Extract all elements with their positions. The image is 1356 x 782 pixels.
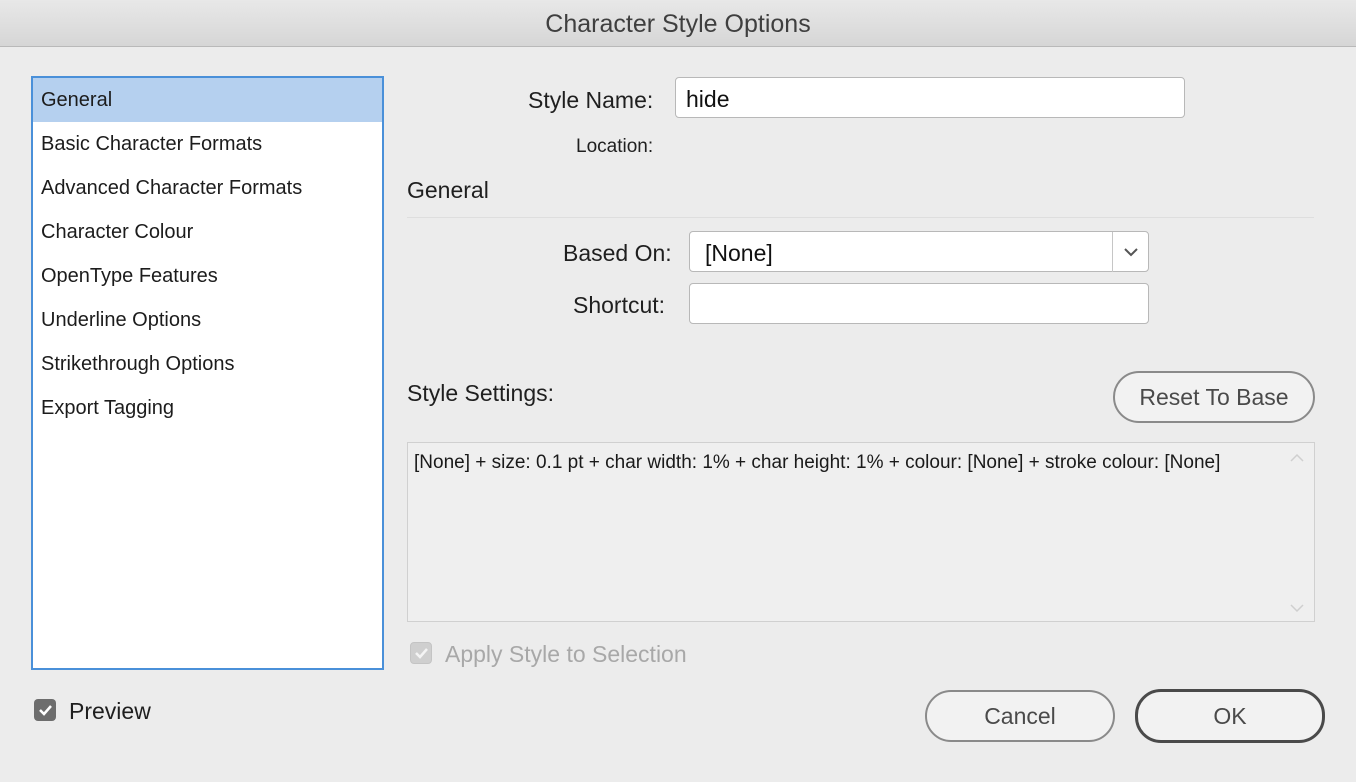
preview-checkbox[interactable] [34, 699, 56, 721]
based-on-value: [None] [705, 240, 773, 266]
sidebar-item-opentype-features[interactable]: OpenType Features [33, 254, 382, 298]
shortcut-label: Shortcut: [573, 292, 666, 318]
sidebar-item-basic-character-formats[interactable]: Basic Character Formats [33, 122, 382, 166]
shortcut-input[interactable] [689, 283, 1149, 324]
style-name-value: hide [686, 86, 730, 112]
sidebar-item-export-tagging[interactable]: Export Tagging [33, 386, 382, 430]
scroll-down-icon[interactable] [1290, 603, 1304, 613]
preview-label: Preview [69, 698, 151, 724]
sidebar-item-general[interactable]: General [33, 78, 382, 122]
style-settings-text: [None] + size: 0.1 pt + char width: 1% +… [414, 452, 1221, 473]
style-name-input[interactable]: hide [675, 77, 1185, 118]
scroll-up-icon[interactable] [1290, 453, 1304, 463]
checkmark-icon [414, 648, 428, 659]
category-list[interactable]: General Basic Character Formats Advanced… [31, 76, 384, 670]
section-divider [407, 217, 1314, 218]
ok-button[interactable]: OK [1135, 689, 1325, 743]
sidebar-item-character-colour[interactable]: Character Colour [33, 210, 382, 254]
chevron-down-icon[interactable] [1112, 232, 1148, 272]
reset-to-base-button[interactable]: Reset To Base [1113, 371, 1315, 423]
style-settings-box[interactable]: [None] + size: 0.1 pt + char width: 1% +… [407, 442, 1315, 622]
sidebar-item-strikethrough-options[interactable]: Strikethrough Options [33, 342, 382, 386]
location-label: Location: [576, 136, 654, 157]
style-settings-label: Style Settings: [407, 380, 555, 406]
based-on-dropdown[interactable]: [None] [689, 231, 1149, 272]
apply-style-label: Apply Style to Selection [445, 641, 687, 667]
based-on-label: Based On: [563, 240, 672, 266]
sidebar-item-advanced-character-formats[interactable]: Advanced Character Formats [33, 166, 382, 210]
window-title: Character Style Options [0, 0, 1356, 47]
sidebar-item-underline-options[interactable]: Underline Options [33, 298, 382, 342]
style-name-label: Style Name: [528, 87, 654, 113]
apply-style-checkbox[interactable] [410, 642, 432, 664]
section-title: General [407, 177, 489, 203]
checkmark-icon [38, 705, 52, 716]
cancel-button[interactable]: Cancel [925, 690, 1115, 742]
